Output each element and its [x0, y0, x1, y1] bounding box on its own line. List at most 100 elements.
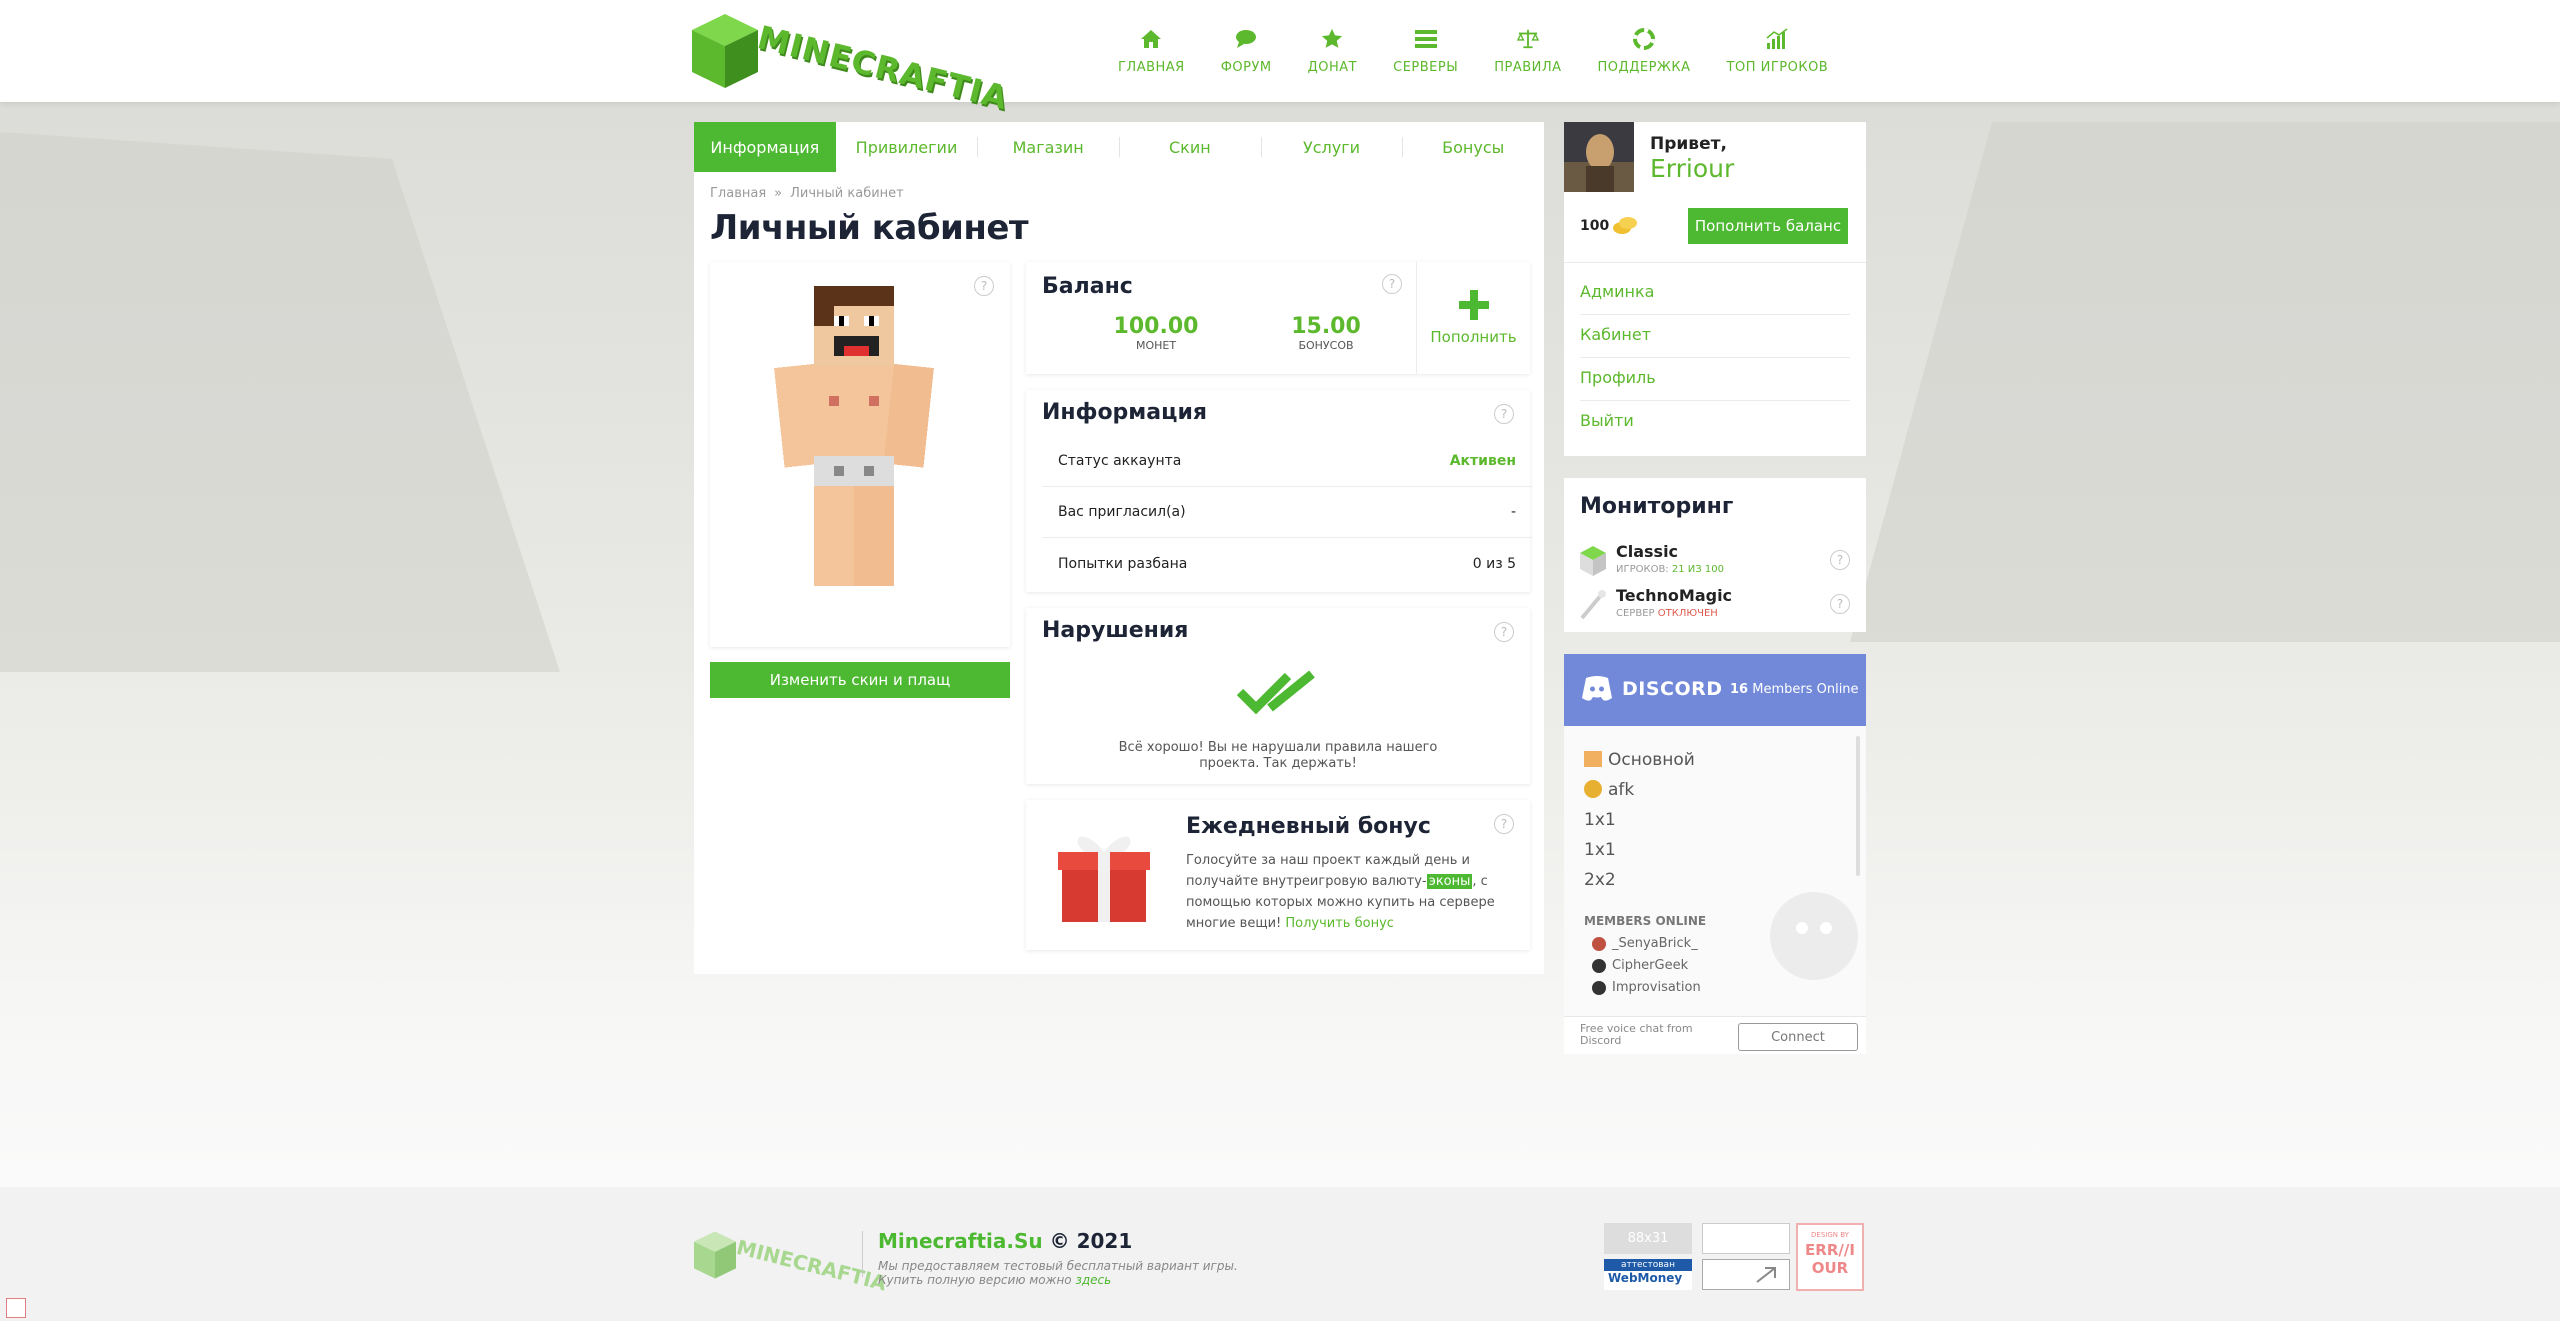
violations-text: Всё хорошо! Вы не нарушали правила нашег… [1118, 740, 1438, 771]
skin-card: ? [710, 262, 1010, 647]
channel-item[interactable]: 1x1 [1584, 810, 1616, 830]
cabinet-link[interactable]: Кабинет [1580, 325, 1651, 344]
channel-item[interactable]: 2x2 [1584, 870, 1616, 890]
channel-icon [1584, 751, 1602, 767]
coins-icon [1613, 217, 1637, 234]
server-status-prefix: ИГРОКОВ: [1616, 564, 1669, 575]
author-badge[interactable]: DESIGN BY ERR//IOUR [1796, 1223, 1864, 1291]
server-classic[interactable]: Classic ИГРОКОВ: 21 ИЗ 100 ? [1580, 542, 1850, 580]
scales-icon [1516, 28, 1539, 50]
nav-home[interactable]: ГЛАВНАЯ [1100, 0, 1203, 102]
coins-block: 100.00 МОНЕТ [1096, 314, 1216, 352]
counter-badge-2[interactable] [1702, 1223, 1790, 1254]
topup-button[interactable]: Пополнить [1417, 262, 1530, 374]
nav-label: СЕРВЕРЫ [1393, 59, 1459, 75]
discord-connect-button[interactable]: Connect [1738, 1023, 1858, 1051]
tab-privileges[interactable]: Привилегии [836, 122, 978, 172]
member-item[interactable]: _SenyaBrick_ [1592, 936, 1698, 951]
tab-shop[interactable]: Магазин [977, 122, 1119, 172]
nav-label: ТОП ИГРОКОВ [1726, 59, 1829, 75]
change-skin-button[interactable]: Изменить скин и плащ [710, 662, 1010, 698]
info-value: 0 из 5 [1472, 555, 1516, 572]
nav-label: ПОДДЕРЖКА [1597, 59, 1691, 75]
get-bonus-link[interactable]: Получить бонус [1285, 916, 1394, 931]
discord-icon [1582, 676, 1612, 701]
channel-label: afk [1608, 780, 1635, 800]
help-icon[interactable]: ? [1830, 594, 1850, 614]
divider [1580, 357, 1850, 358]
header: MINECRAFTIA ГЛАВНАЯ ФОРУМ ДОНАТ СЕРВЕРЫ … [0, 0, 2560, 117]
footer-logo-icon[interactable] [694, 1231, 736, 1279]
counter-badge[interactable]: 88x31 [1604, 1223, 1692, 1254]
member-name: Improvisation [1612, 980, 1701, 995]
footer-logo-text: MINECRAFTIA [734, 1235, 889, 1296]
footer-copy: © 2021 [1049, 1229, 1133, 1253]
help-icon[interactable]: ? [1494, 622, 1514, 642]
tab-info[interactable]: Информация [694, 122, 836, 172]
nav-donate[interactable]: ДОНАТ [1290, 0, 1376, 102]
daily-bonus-card: Ежедневный бонус ? Голосуйте за наш прое… [1026, 800, 1530, 950]
discord-widget: DISCORD 16 Members Online Основной afk 1… [1564, 654, 1866, 1054]
bonuses-value: 15.00 [1291, 314, 1361, 339]
help-icon[interactable]: ? [1494, 814, 1514, 834]
footer-copyright: Minecraftia.Su © 2021 [878, 1229, 1132, 1253]
scrollbar[interactable] [1856, 736, 1860, 876]
logout-link[interactable]: Выйти [1580, 411, 1634, 430]
webmoney-attested: аттестован [1604, 1259, 1692, 1271]
nav-label: ПРАВИЛА [1494, 59, 1562, 75]
server-name: TechnoMagic [1616, 586, 1733, 605]
help-icon[interactable]: ? [1830, 550, 1850, 570]
arrow-icon [1756, 1267, 1776, 1283]
members-header: MEMBERS ONLINE [1584, 914, 1707, 928]
external-link-badge[interactable] [1702, 1259, 1790, 1290]
breadcrumb-home[interactable]: Главная [710, 186, 766, 201]
admin-link[interactable]: Админка [1580, 282, 1654, 301]
help-icon[interactable]: ? [974, 276, 994, 296]
econs-highlight: эконы [1426, 874, 1473, 889]
nav-forum[interactable]: ФОРУМ [1203, 0, 1290, 102]
coins-label: МОНЕТ [1135, 339, 1177, 352]
channel-item[interactable]: Основной [1584, 750, 1695, 770]
tab-bonuses[interactable]: Бонусы [1402, 122, 1544, 172]
tab-services[interactable]: Услуги [1260, 122, 1403, 172]
nav-rules[interactable]: ПРАВИЛА [1476, 0, 1579, 102]
help-icon[interactable]: ? [1494, 404, 1514, 424]
member-item[interactable]: Improvisation [1592, 980, 1701, 995]
violations-title: Нарушения [1042, 618, 1189, 643]
author-badge-top: DESIGN BY [1811, 1231, 1849, 1239]
nav-label: ГЛАВНАЯ [1118, 59, 1185, 75]
channel-icon [1584, 780, 1602, 798]
footer-site-name[interactable]: Minecraftia.Su [878, 1229, 1043, 1253]
nav-servers[interactable]: СЕРВЕРЫ [1375, 0, 1476, 102]
help-icon[interactable]: ? [1382, 274, 1402, 294]
avatar[interactable] [1564, 122, 1634, 192]
profile-link[interactable]: Профиль [1580, 368, 1656, 387]
member-name: CipherGeek [1612, 958, 1689, 973]
breadcrumb-current: Личный кабинет [790, 186, 904, 201]
member-avatar [1592, 958, 1606, 973]
corner-widget-icon[interactable] [6, 1298, 26, 1318]
channel-item[interactable]: 1x1 [1584, 840, 1616, 860]
page-title: Личный кабинет [710, 208, 1029, 248]
author-badge-name: ERR//IOUR [1805, 1241, 1855, 1277]
monitoring-title: Мониторинг [1580, 494, 1734, 519]
home-icon [1140, 28, 1162, 50]
member-item[interactable]: CipherGeek [1592, 958, 1688, 973]
user-panel: Привет, Erriour 100 Пополнить баланс Адм… [1564, 122, 1866, 456]
server-technomagic[interactable]: TechnoMagic СЕРВЕР ОТКЛЮЧЕН ? [1580, 586, 1850, 624]
site-logo[interactable]: MINECRAFTIA [692, 12, 1012, 117]
greeting: Привет, [1650, 134, 1727, 154]
footer-here-link[interactable]: здесь [1075, 1273, 1111, 1287]
info-title: Информация [1042, 400, 1207, 425]
webmoney-badge[interactable]: аттестован WebMoney [1604, 1259, 1692, 1290]
topup-balance-button[interactable]: Пополнить баланс [1688, 208, 1848, 244]
tab-skin[interactable]: Скин [1119, 122, 1261, 172]
nav-top-players[interactable]: ТОП ИГРОКОВ [1709, 0, 1847, 102]
balance-card: Баланс ? 100.00 МОНЕТ 15.00 БОНУСОВ Попо… [1026, 262, 1530, 374]
username: Erriour [1650, 154, 1735, 183]
info-label: Вас пригласил(а) [1058, 504, 1186, 520]
channel-item[interactable]: afk [1584, 780, 1634, 800]
nav-support[interactable]: ПОДДЕРЖКА [1580, 0, 1709, 102]
info-row-referrer: Вас пригласил(а) - [1042, 487, 1532, 538]
discord-logo: DISCORD [1622, 678, 1723, 700]
